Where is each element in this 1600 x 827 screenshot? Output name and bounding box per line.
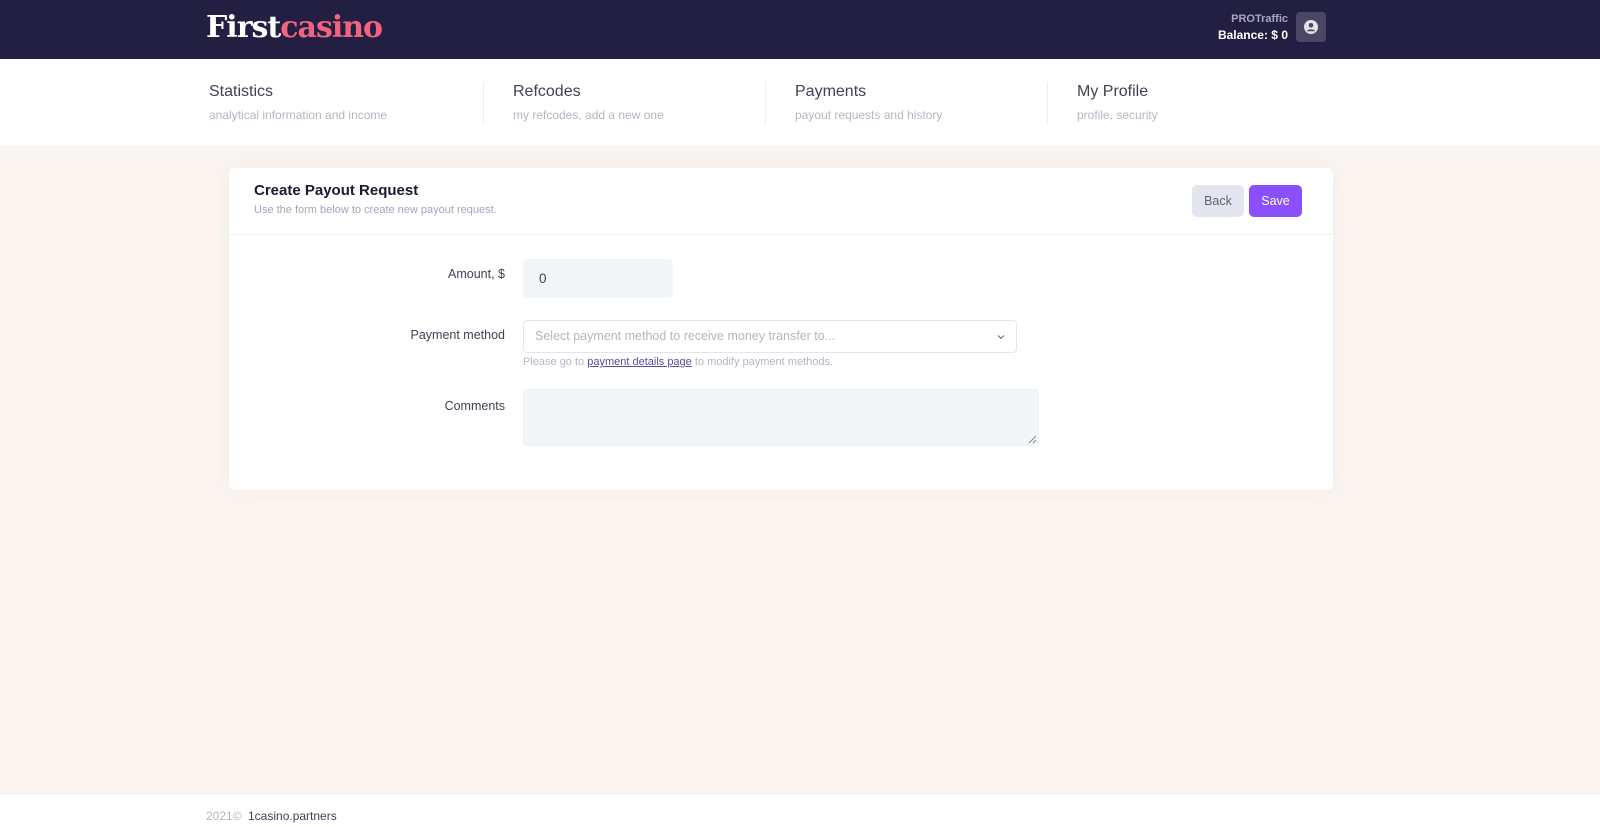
chevron-down-icon: [997, 335, 1005, 340]
nav-item-my-profile[interactable]: My Profile profile, security: [1077, 82, 1158, 126]
comments-label: Comments: [444, 399, 505, 413]
resize-handle-icon[interactable]: [1028, 435, 1037, 444]
nav-divider: [483, 82, 484, 125]
nav-divider: [765, 82, 766, 125]
nav-title: Refcodes: [513, 83, 581, 100]
save-button[interactable]: Save: [1249, 185, 1302, 217]
payment-method-placeholder: Select payment method to receive money t…: [535, 329, 836, 343]
user-balance: Balance: $ 0: [1217, 28, 1288, 42]
footer-site-link[interactable]: 1casino.partners: [248, 809, 337, 823]
nav-item-statistics[interactable]: Statistics analytical information and in…: [209, 82, 387, 126]
nav-title: Payments: [795, 83, 867, 100]
nav-subtitle: profile, security: [1077, 108, 1158, 122]
nav-subtitle: analytical information and income: [209, 108, 388, 122]
nav-subtitle: payout requests and history: [795, 108, 943, 122]
amount-label: Amount, $: [448, 267, 505, 281]
help-prefix: Please go to: [523, 356, 588, 368]
nav-item-refcodes[interactable]: Refcodes my refcodes, add a new one: [513, 82, 664, 126]
payment-method-select[interactable]: Select payment method to receive money t…: [523, 320, 1017, 353]
back-button[interactable]: Back: [1192, 185, 1244, 217]
payment-details-link[interactable]: payment details page: [587, 356, 692, 368]
user-menu-button[interactable]: [1296, 12, 1326, 42]
page-subtitle: Use the form below to create new payout …: [254, 204, 497, 216]
footer-copyright: 2021©: [206, 809, 242, 823]
nav-subtitle: my refcodes, add a new one: [513, 108, 664, 122]
user-name: PROTraffic: [1231, 13, 1288, 25]
user-info: PROTraffic Balance: $ 0: [1218, 12, 1288, 43]
payment-method-help: Please go to payment details page to mod…: [523, 356, 833, 368]
logo-first: First: [206, 10, 281, 45]
comments-textarea[interactable]: [523, 389, 1039, 446]
nav-item-payments[interactable]: Payments payout requests and history: [795, 82, 942, 126]
footer: 2021© 1casino.partners: [0, 795, 1600, 827]
main-nav: Statistics analytical information and in…: [0, 59, 1600, 146]
logo[interactable]: Firstcasino: [206, 6, 383, 50]
page-title: Create Payout Request: [254, 182, 419, 199]
nav-divider: [1047, 82, 1048, 125]
top-header: Firstcasino PROTraffic Balance: $ 0: [0, 0, 1600, 59]
card-header: Create Payout Request Use the form below…: [229, 168, 1333, 235]
nav-title: My Profile: [1077, 83, 1149, 100]
user-icon: [1304, 20, 1318, 34]
payout-request-card: Create Payout Request Use the form below…: [229, 168, 1333, 490]
payment-method-label: Payment method: [410, 328, 506, 342]
help-suffix: to modify payment methods.: [691, 356, 834, 368]
amount-input[interactable]: 0: [523, 259, 673, 298]
nav-title: Statistics: [209, 83, 274, 100]
logo-casino: casino: [280, 10, 383, 45]
